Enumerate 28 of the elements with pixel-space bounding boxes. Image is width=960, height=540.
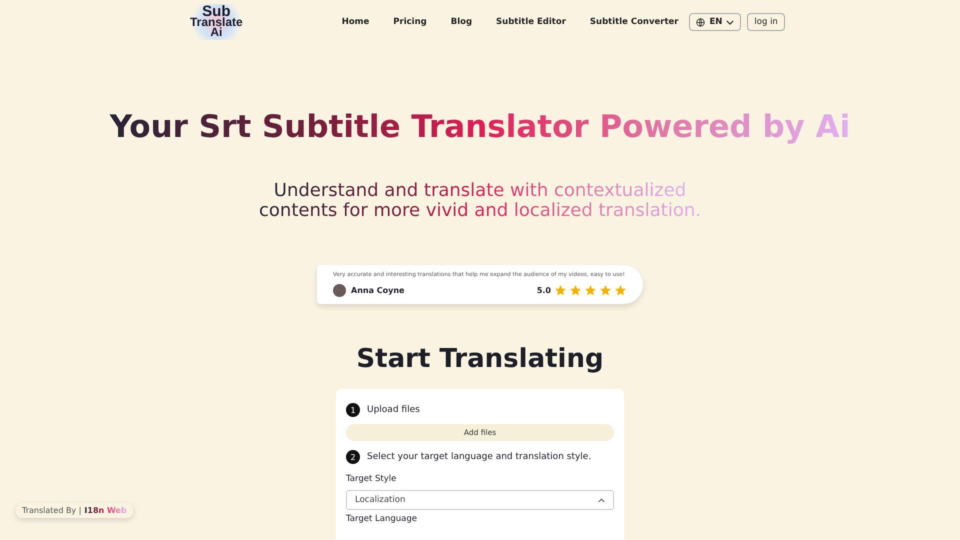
- badge-prefix: Translated By |: [22, 506, 82, 515]
- rating-score: 5.0: [536, 286, 551, 296]
- nav-link[interactable]: Subtitle Converter: [578, 17, 690, 27]
- star-icon: [554, 284, 567, 298]
- field-label: Target Language: [346, 514, 418, 524]
- badge-brand: I18n Web: [84, 506, 127, 515]
- nav-link[interactable]: Home: [330, 17, 380, 27]
- step-number: 2: [346, 450, 360, 464]
- chevron-down-icon: [726, 20, 734, 24]
- star-icon: [584, 284, 597, 298]
- step-label: Upload files: [367, 405, 420, 416]
- translated-by-badge[interactable]: Translated By | I18n Web: [16, 503, 133, 518]
- star-icon: [569, 284, 582, 298]
- section-title: Start Translating: [355, 344, 605, 376]
- nav-link[interactable]: Blog: [440, 17, 484, 27]
- step-label: Select your target language and translation style.: [367, 452, 592, 462]
- star-icon: [614, 284, 627, 298]
- reviewer-name: Anna Coyne: [351, 286, 404, 296]
- nav-link[interactable]: Pricing: [382, 17, 438, 27]
- field-label: Target Style: [346, 474, 398, 484]
- avatar: [333, 284, 346, 298]
- step-number: 1: [346, 403, 360, 418]
- language-button[interactable]: EN: [689, 13, 742, 31]
- target-style-select[interactable]: Localization: [346, 490, 614, 510]
- globe-icon: [696, 18, 706, 26]
- star-icon: [599, 284, 612, 298]
- login-button[interactable]: log in: [747, 13, 785, 31]
- nav-link[interactable]: Subtitle Editor: [485, 17, 577, 27]
